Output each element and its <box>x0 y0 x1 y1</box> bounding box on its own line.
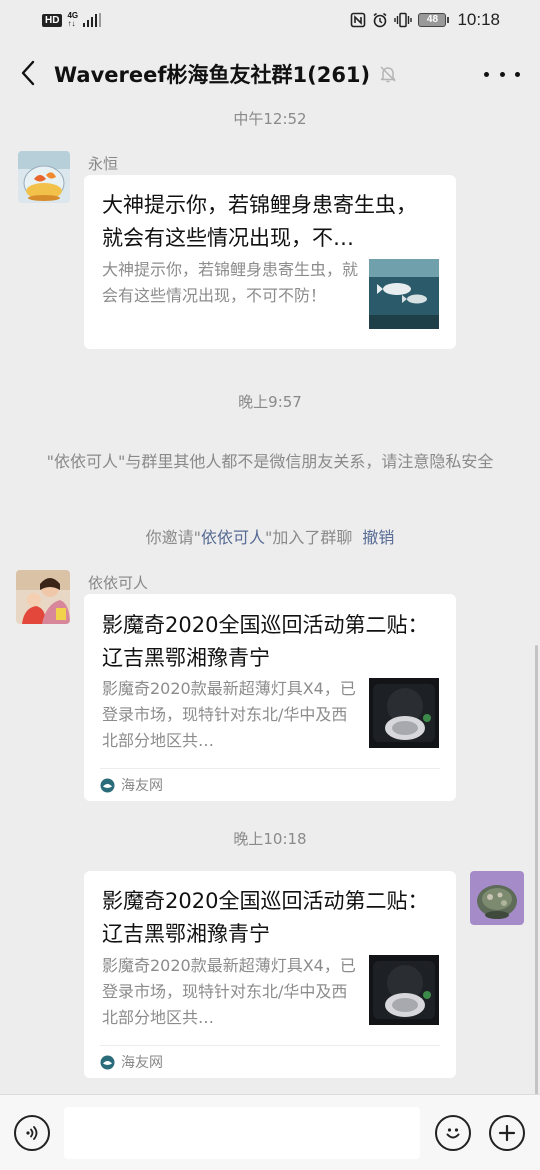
hd-badge: HD <box>42 13 63 27</box>
alarm-icon <box>373 12 387 28</box>
card-description: 影魔奇2020款最新超薄灯具X4，已登录市场，现特针对东北/华中及西北部分地区共… <box>102 679 356 750</box>
timestamp: 晚上10:18 <box>233 830 307 848</box>
nfc-icon <box>351 12 366 28</box>
timestamp: 晚上9:57 <box>238 393 302 411</box>
link-card[interactable]: 影魔奇2020全国巡回活动第二贴： 辽吉黑鄂湘豫青宁 影魔奇2020款最新超薄灯… <box>84 594 456 801</box>
avatar-yiyikeren[interactable] <box>16 570 70 624</box>
link-card[interactable]: 影魔奇2020全国巡回活动第二贴： 辽吉黑鄂湘豫青宁 影魔奇2020款最新超薄灯… <box>84 871 456 1078</box>
clock: 10:18 <box>457 10 500 29</box>
card-title: 大神提示你，若锦鲤身患寄生虫，就会有这些情况出现，不… <box>102 193 417 250</box>
avatar-yongheng[interactable] <box>18 151 70 203</box>
avatar-self[interactable] <box>470 871 524 925</box>
card-source: 海友网 <box>100 775 163 795</box>
invite-suffix: "加入了群聊 <box>265 528 353 547</box>
card-title: 影魔奇2020全国巡回活动第二贴： 辽吉黑鄂湘豫青宁 <box>102 613 429 670</box>
card-description: 影魔奇2020款最新超薄灯具X4，已登录市场，现特针对东北/华中及西北部分地区共… <box>102 956 356 1027</box>
chat-header: Wavereef彬海鱼友社群1(261) <box>0 42 540 104</box>
scrollbar[interactable] <box>535 645 538 1095</box>
card-title: 影魔奇2020全国巡回活动第二贴： 辽吉黑鄂湘豫青宁 <box>102 889 429 946</box>
chat-title: Wavereef彬海鱼友社群1(261) <box>54 63 371 87</box>
card-thumbnail <box>369 955 439 1025</box>
status-right: 48 10:18 <box>350 10 500 30</box>
vibrate-icon <box>394 12 413 28</box>
source-logo-icon <box>100 778 115 792</box>
status-left: HD 4G ↑↓ <box>42 12 102 28</box>
emoji-button[interactable] <box>435 1115 471 1151</box>
input-bar <box>0 1094 540 1170</box>
privacy-notice: "依依可人"与群里其他人都不是微信朋友关系，请注意隐私安全 <box>46 452 494 471</box>
source-name: 海友网 <box>121 1055 163 1071</box>
signal-icon <box>83 13 102 27</box>
battery-level: 48 <box>418 13 447 27</box>
emoji-icon <box>446 1128 460 1139</box>
sender-name: 依依可人 <box>88 574 149 592</box>
voice-button[interactable] <box>14 1115 50 1151</box>
more-icon <box>484 71 489 77</box>
source-name: 海友网 <box>121 778 163 794</box>
undo-invite-link[interactable]: 撤销 <box>362 528 394 547</box>
back-icon <box>21 60 35 86</box>
card-thumbnail <box>369 259 439 329</box>
card-thumbnail <box>369 678 439 748</box>
timestamp: 中午12:52 <box>233 110 307 128</box>
voice-icon <box>26 1126 38 1140</box>
message-input[interactable] <box>64 1107 420 1159</box>
source-logo-icon <box>100 1055 115 1069</box>
link-card[interactable]: 大神提示你，若锦鲤身患寄生虫，就会有这些情况出现，不… 大神提示你，若锦鲤身患寄… <box>84 175 456 349</box>
network-arrows: ↑↓ <box>67 19 76 28</box>
back-button[interactable] <box>14 56 42 90</box>
card-description: 大神提示你，若锦鲤身患寄生虫，就会有这些情况出现，不可不防！ <box>102 260 359 305</box>
plus-icon <box>498 1124 516 1142</box>
more-button[interactable] <box>484 64 520 84</box>
network-type: 4G ↑↓ <box>67 12 78 28</box>
invitee-link[interactable]: 依依可人 <box>201 528 265 547</box>
status-bar: HD 4G ↑↓ 48 10:18 <box>0 0 540 40</box>
plus-button[interactable] <box>489 1115 525 1151</box>
invite-notice: 你邀请"依依可人"加入了群聊 撤销 <box>40 525 500 550</box>
sender-name: 永恒 <box>88 155 119 173</box>
card-source: 海友网 <box>100 1052 163 1072</box>
invite-prefix: 你邀请" <box>145 528 201 547</box>
chat-title-group: Wavereef彬海鱼友社群1(261) <box>54 59 398 89</box>
mute-bell-icon <box>380 66 396 83</box>
battery-icon: 48 <box>418 13 450 27</box>
